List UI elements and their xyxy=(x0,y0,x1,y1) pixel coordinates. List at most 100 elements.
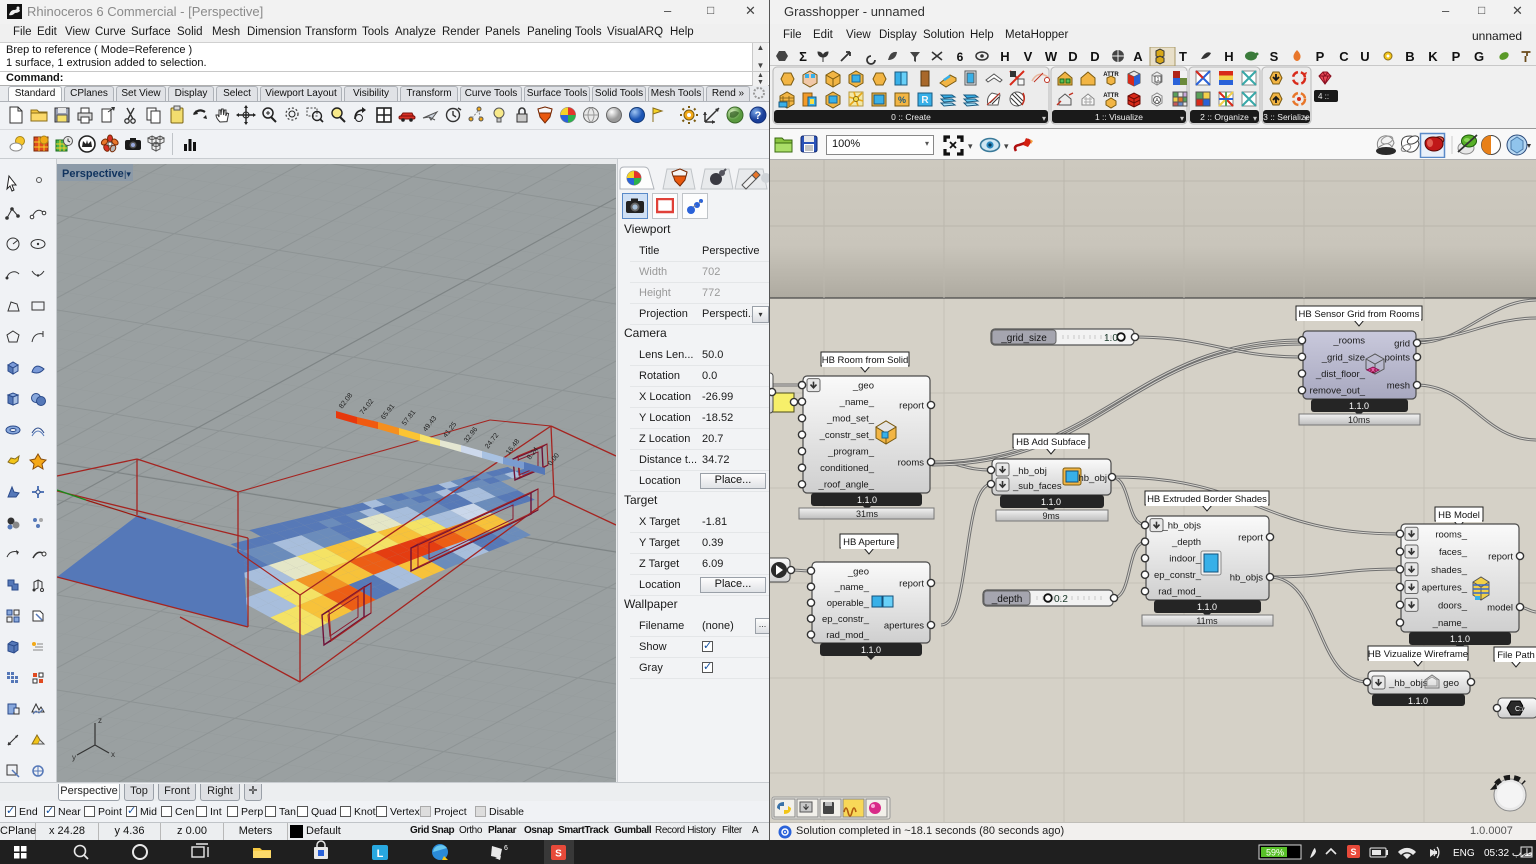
svg-text:L: L xyxy=(377,848,384,860)
svg-text:1.0: 1.0 xyxy=(1104,333,1118,344)
svg-text:▾: ▾ xyxy=(1042,114,1046,123)
svg-text:A: A xyxy=(1155,99,1159,105)
svg-text:HB Aperture: HB Aperture xyxy=(843,537,895,548)
svg-text:HB Sensor Grid from Rooms: HB Sensor Grid from Rooms xyxy=(1299,309,1420,320)
svg-text:0 :: Create: 0 :: Create xyxy=(891,112,931,122)
svg-text:59%: 59% xyxy=(1266,848,1284,858)
svg-text:A: A xyxy=(1133,49,1143,64)
svg-text:hb_objs: hb_objs xyxy=(1230,573,1264,584)
svg-text:R: R xyxy=(921,95,929,106)
svg-text:_grid_size: _grid_size xyxy=(1321,352,1365,363)
svg-text:K: K xyxy=(1428,49,1438,64)
svg-text:x: x xyxy=(111,750,115,759)
svg-text:y: y xyxy=(72,753,76,762)
svg-text:C:/: C:/ xyxy=(1515,706,1524,713)
svg-text:HB Add Subface: HB Add Subface xyxy=(1016,437,1086,448)
svg-text:apertures_: apertures_ xyxy=(1422,583,1468,594)
svg-text:0.2: 0.2 xyxy=(1054,594,1068,605)
svg-text:Σ: Σ xyxy=(799,49,807,64)
svg-text:4 ::: 4 :: xyxy=(1318,92,1329,101)
svg-text:z: z xyxy=(98,716,102,725)
svg-text:W: W xyxy=(1045,49,1058,64)
svg-text:1.1.0: 1.1.0 xyxy=(1197,602,1217,612)
svg-text:report: report xyxy=(899,401,924,412)
svg-text:ENG: ENG xyxy=(1453,848,1475,859)
svg-text:hb_obj: hb_obj xyxy=(1078,473,1107,484)
svg-text:D: D xyxy=(1090,49,1099,64)
svg-text:10ms: 10ms xyxy=(1348,415,1371,425)
svg-text:G: G xyxy=(1474,49,1484,64)
svg-text:_program_: _program_ xyxy=(827,447,875,458)
svg-text:H: H xyxy=(1224,49,1233,64)
svg-text:▾: ▾ xyxy=(1004,141,1009,151)
svg-text:shades_: shades_ xyxy=(1431,565,1468,576)
svg-text:_sub_faces: _sub_faces xyxy=(1012,481,1062,492)
svg-text:grid: grid xyxy=(1394,339,1410,350)
svg-text:S: S xyxy=(1270,49,1279,64)
svg-text:conditioned_: conditioned_ xyxy=(820,463,875,474)
svg-text:?: ? xyxy=(755,110,762,122)
svg-text:faces_: faces_ xyxy=(1439,547,1468,558)
svg-text:1.1.0: 1.1.0 xyxy=(1450,634,1470,644)
svg-text:_hb_objs: _hb_objs xyxy=(1161,521,1201,532)
svg-text:model: model xyxy=(1487,603,1513,614)
svg-text:D: D xyxy=(1068,49,1077,64)
svg-text:File Path: File Path xyxy=(1497,650,1535,661)
svg-text:report: report xyxy=(1488,552,1513,563)
svg-text:▾: ▾ xyxy=(968,141,973,151)
svg-text:rad_mod_: rad_mod_ xyxy=(826,630,869,641)
svg-text:H: H xyxy=(1000,49,1009,64)
svg-text:_geo: _geo xyxy=(847,566,869,577)
svg-text:_depth: _depth xyxy=(1171,537,1201,548)
svg-text:rooms_: rooms_ xyxy=(1435,529,1467,540)
svg-text:U: U xyxy=(1360,49,1369,64)
svg-text:_mod_set_: _mod_set_ xyxy=(826,414,875,425)
svg-text:6: 6 xyxy=(504,845,508,852)
svg-text:apertures: apertures xyxy=(884,621,924,632)
svg-text:T: T xyxy=(1179,49,1187,64)
svg-text:▾: ▾ xyxy=(1180,114,1184,123)
svg-text:rooms: rooms xyxy=(898,458,925,469)
svg-text:▾: ▾ xyxy=(1304,114,1308,123)
svg-text:%: % xyxy=(898,95,906,105)
svg-text:1 :: Visualize: 1 :: Visualize xyxy=(1095,112,1143,122)
svg-text:geo: geo xyxy=(1443,678,1459,689)
svg-text:doors_: doors_ xyxy=(1438,600,1468,611)
svg-text:1.1.0: 1.1.0 xyxy=(1408,696,1428,706)
svg-text:points: points xyxy=(1385,353,1411,364)
svg-text:1.1.0: 1.1.0 xyxy=(857,495,877,505)
svg-text:_depth: _depth xyxy=(991,594,1023,605)
svg-text:report: report xyxy=(1238,533,1263,544)
svg-text:S: S xyxy=(1350,847,1356,857)
svg-text:▾: ▾ xyxy=(1253,114,1257,123)
svg-text:_grid_size: _grid_size xyxy=(1000,333,1047,344)
svg-text:report: report xyxy=(899,579,924,590)
svg-text:1: 1 xyxy=(1157,77,1160,83)
svg-text:remove_out_: remove_out_ xyxy=(1310,386,1366,397)
svg-text:rad_mod_: rad_mod_ xyxy=(1158,587,1201,598)
svg-text:|▾: |▾ xyxy=(124,169,131,179)
svg-text:_roof_angle_: _roof_angle_ xyxy=(818,480,875,491)
svg-text:ep_constr_: ep_constr_ xyxy=(822,614,870,625)
svg-text:_geo: _geo xyxy=(852,381,874,392)
svg-text:Perspective: Perspective xyxy=(62,168,124,180)
svg-text:_hb_objs: _hb_objs xyxy=(1388,678,1428,689)
svg-text:V: V xyxy=(1024,49,1033,64)
svg-text:1.1.0: 1.1.0 xyxy=(1349,401,1369,411)
svg-text:operable_: operable_ xyxy=(827,598,870,609)
svg-text:11ms: 11ms xyxy=(1196,616,1218,626)
svg-text:C: C xyxy=(1339,49,1349,64)
svg-text:9ms: 9ms xyxy=(1042,511,1060,521)
svg-text:_name_: _name_ xyxy=(839,397,875,408)
svg-text:HB Room from Solid: HB Room from Solid xyxy=(822,355,909,366)
svg-text:HB Extruded Border Shades: HB Extruded Border Shades xyxy=(1147,494,1267,505)
svg-text:indoor_: indoor_ xyxy=(1169,554,1201,565)
svg-text:P: P xyxy=(1452,49,1461,64)
svg-text:6: 6 xyxy=(957,50,964,64)
svg-text:_hb_obj: _hb_obj xyxy=(1012,466,1047,477)
svg-text:31ms: 31ms xyxy=(856,509,879,519)
svg-text:1.1.0: 1.1.0 xyxy=(1041,497,1061,507)
svg-text:2 :: Organize: 2 :: Organize xyxy=(1200,112,1249,122)
svg-text:HB Vizualize Wireframe: HB Vizualize Wireframe xyxy=(1368,649,1468,660)
svg-text:B: B xyxy=(1405,49,1414,64)
